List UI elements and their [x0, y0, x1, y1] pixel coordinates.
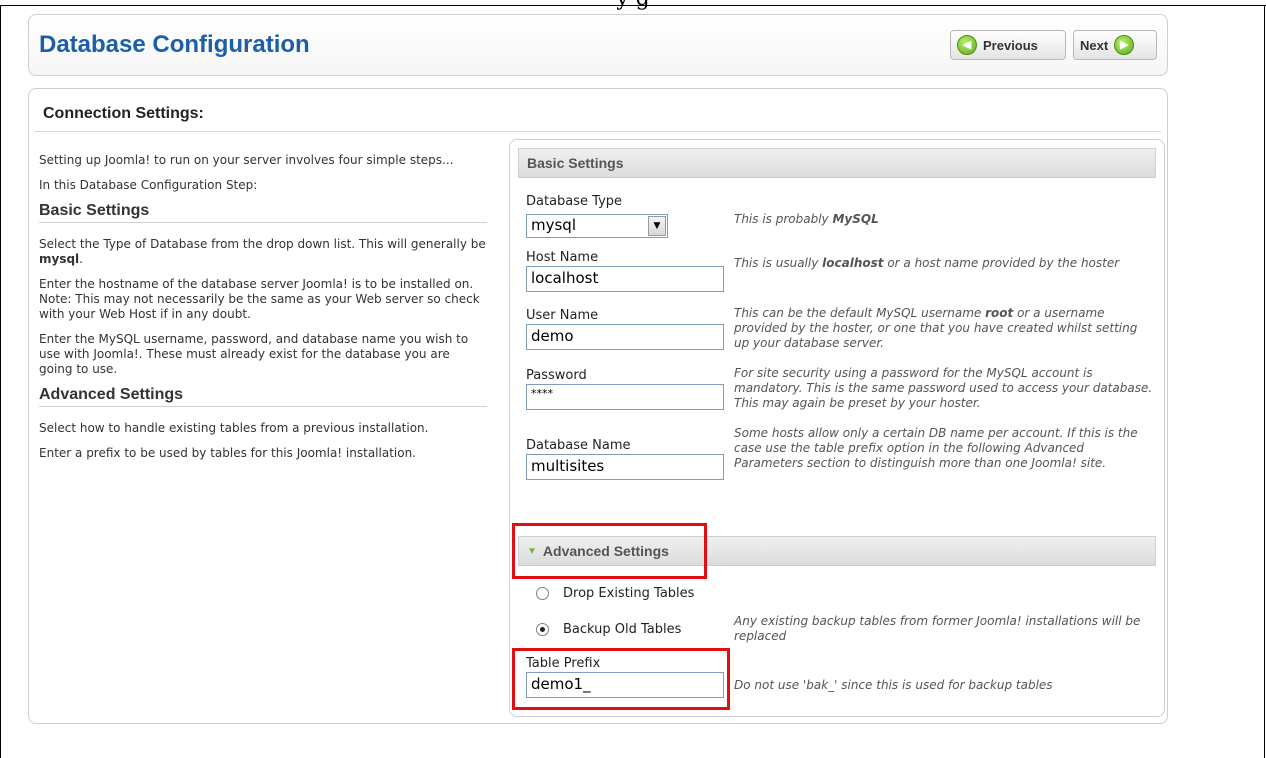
- basic-help-2: Enter the hostname of the database serve…: [39, 277, 480, 321]
- host-name-hint: This is usually localhost or a host name…: [734, 256, 1154, 271]
- advanced-help-1: Select how to handle existing tables fro…: [39, 421, 429, 435]
- previous-button[interactable]: ◀ Previous: [950, 30, 1066, 60]
- host-name-label: Host Name: [526, 250, 599, 265]
- radio-selected-icon[interactable]: [536, 623, 549, 636]
- basic-help-1-bold: mysql: [39, 252, 80, 266]
- user-name-hint-bold: root: [985, 306, 1014, 320]
- connection-settings-title: Connection Settings:: [43, 105, 204, 122]
- drop-existing-tables-option[interactable]: Drop Existing Tables: [536, 586, 694, 601]
- password-input[interactable]: ****: [526, 384, 724, 410]
- arrow-right-icon: ▶: [1114, 35, 1135, 55]
- database-name-hint: Some hosts allow only a certain DB name …: [734, 426, 1138, 470]
- basic-help-1: Select the Type of Database from the dro…: [39, 237, 487, 267]
- radio-icon[interactable]: [536, 587, 549, 600]
- database-type-hint-bold: MySQL: [832, 212, 879, 226]
- advanced-help-2: Enter a prefix to be used by tables for …: [39, 446, 416, 460]
- page-frame-top: y g: [0, 0, 1266, 11]
- password-label: Password: [526, 368, 587, 383]
- advanced-settings-highlight: [512, 523, 707, 579]
- previous-button-label: Previous: [983, 37, 1038, 53]
- page-title: Database Configuration: [39, 31, 310, 58]
- divider: [35, 131, 1161, 132]
- basic-help-3: Enter the MySQL username, password, and …: [39, 332, 469, 376]
- header-bar: Database Configuration ◀ Previous Next ▶: [28, 14, 1168, 76]
- basic-settings-heading: Basic Settings: [39, 203, 487, 223]
- host-name-hint-text: This is usually: [734, 256, 823, 270]
- backup-old-tables-hint: Any existing backup tables from former J…: [734, 614, 1141, 643]
- user-name-hint-text: This can be the default MySQL username: [734, 306, 986, 320]
- host-name-hint-bold: localhost: [822, 256, 884, 270]
- database-type-select[interactable]: mysql ▼: [526, 214, 668, 238]
- advanced-settings-heading: Advanced Settings: [39, 387, 487, 407]
- help-column: Setting up Joomla! to run on your server…: [39, 153, 487, 471]
- settings-form: Basic Settings Database Type mysql ▼ Thi…: [509, 139, 1165, 717]
- host-name-input[interactable]: localhost: [526, 266, 724, 292]
- page-frame-right: [1264, 6, 1265, 758]
- basic-help-1-end: .: [79, 252, 83, 266]
- database-name-label: Database Name: [526, 438, 631, 453]
- table-prefix-highlight: [512, 648, 730, 710]
- intro-text: Setting up Joomla! to run on your server…: [39, 153, 454, 167]
- page-frame-left: [0, 6, 1, 758]
- table-prefix-hint: Do not use 'bak_' since this is used for…: [734, 678, 1053, 692]
- step-text: In this Database Configuration Step:: [39, 178, 258, 192]
- user-name-label: User Name: [526, 308, 599, 323]
- next-button-label: Next: [1080, 37, 1109, 53]
- cut-heading: y g: [0, 0, 1266, 11]
- database-type-value: mysql: [531, 216, 576, 234]
- database-type-hint-text: This is probably: [734, 212, 833, 226]
- user-name-hint: This can be the default MySQL username r…: [734, 306, 1154, 351]
- basic-settings-bar: Basic Settings: [518, 148, 1156, 178]
- next-button[interactable]: Next ▶: [1073, 30, 1157, 60]
- backup-old-tables-option[interactable]: Backup Old Tables: [536, 622, 681, 637]
- database-name-input[interactable]: multisites: [526, 454, 724, 480]
- host-name-hint-end: or a host name provided by the hoster: [883, 256, 1120, 270]
- database-type-hint: This is probably MySQL: [734, 212, 1154, 227]
- connection-settings-panel: Connection Settings: Setting up Joomla! …: [28, 88, 1168, 724]
- user-name-input[interactable]: demo: [526, 324, 724, 350]
- drop-existing-tables-label: Drop Existing Tables: [563, 586, 695, 601]
- database-type-label: Database Type: [526, 194, 623, 209]
- backup-old-tables-label: Backup Old Tables: [563, 622, 682, 637]
- chevron-down-icon: ▼: [648, 216, 666, 236]
- basic-help-1-text: Select the Type of Database from the dro…: [39, 237, 486, 251]
- password-hint: For site security using a password for t…: [734, 366, 1153, 410]
- arrow-left-icon: ◀: [957, 35, 977, 55]
